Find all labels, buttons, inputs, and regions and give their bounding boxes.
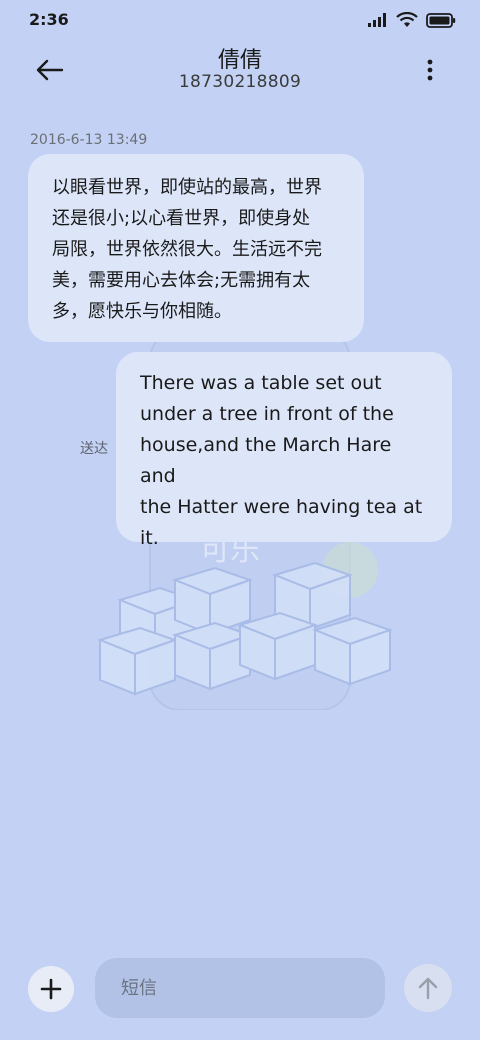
outgoing-message-bubble[interactable]: There was a table set out under a tree i… <box>116 352 452 549</box>
contact-number: 18730218809 <box>178 72 302 92</box>
message-line: 局限，世界依然很大。生活远不完 <box>52 239 322 260</box>
message-line: it. <box>140 527 159 549</box>
status-icons <box>368 12 456 28</box>
composer-bar <box>0 950 480 1030</box>
message-line: house,and the March Hare and <box>140 434 392 487</box>
contact-name: 倩倩 <box>217 48 262 73</box>
message-line: 以眼看世界，即使站的最高，世界 <box>52 177 322 198</box>
message-line: the Hatter were having tea at <box>140 496 423 518</box>
delivery-status: 送达 <box>80 441 108 457</box>
status-time: 2:36 <box>29 10 69 29</box>
more-options-button[interactable] <box>410 50 450 90</box>
plus-icon <box>40 978 62 1000</box>
add-attachment-button[interactable] <box>28 966 74 1012</box>
status-bar: 2:36 <box>0 0 480 40</box>
message-input[interactable] <box>95 958 385 1018</box>
send-arrow-icon <box>418 977 438 1000</box>
battery-icon <box>426 12 456 28</box>
incoming-message-bubble[interactable]: 以眼看世界，即使站的最高，世界 还是很小;以心看世界，即使身处 局限，世界依然很… <box>28 154 364 342</box>
wifi-icon <box>396 12 418 27</box>
message-timestamp: 2016-6-13 13:49 <box>30 132 148 148</box>
message-line: 多，愿快乐与你相随。 <box>52 301 232 322</box>
message-line: 还是很小;以心看世界，即使身处 <box>52 208 311 229</box>
more-vertical-icon <box>427 59 433 81</box>
signal-icon <box>368 13 386 27</box>
message-line: under a tree in front of the <box>140 403 394 425</box>
message-line: There was a table set out <box>140 372 382 394</box>
send-button[interactable] <box>404 964 452 1012</box>
conversation-header: 倩倩 18730218809 <box>0 40 480 104</box>
message-line: 美，需要用心去体会;无需拥有太 <box>52 270 311 291</box>
